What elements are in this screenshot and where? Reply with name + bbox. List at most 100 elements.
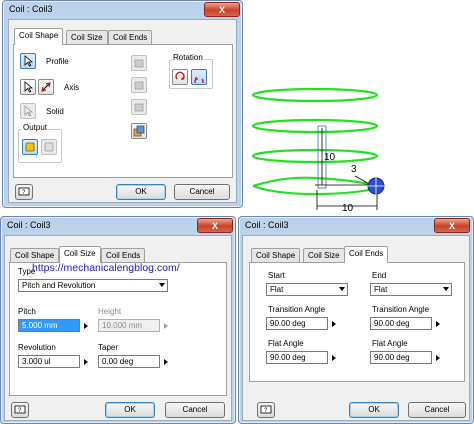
help-button[interactable]: ? xyxy=(15,184,33,200)
chevron-down-icon xyxy=(339,287,345,291)
flip-axis-button[interactable] xyxy=(38,79,54,95)
operation-intersect-button[interactable] xyxy=(131,99,147,115)
taper-input[interactable]: 0.00 deg xyxy=(98,355,160,368)
help-icon: ? xyxy=(14,405,26,414)
tab-coil-shape[interactable]: Coil Shape xyxy=(251,248,301,263)
revolution-input[interactable]: 3.000 ul xyxy=(18,355,80,368)
start-transition-expand-arrow[interactable] xyxy=(330,317,338,330)
end-label: End xyxy=(372,271,387,280)
output-label: Output xyxy=(22,123,49,132)
chevron-down-icon xyxy=(443,287,449,291)
rotation-clockwise-button[interactable] xyxy=(172,69,188,85)
height-expand-arrow[interactable] xyxy=(162,319,170,332)
end-dropdown-value: Flat xyxy=(374,285,388,294)
end-transition-expand-arrow[interactable] xyxy=(434,317,442,330)
pitch-expand-arrow[interactable] xyxy=(82,319,90,332)
start-transition-angle-input[interactable]: 90.00 deg xyxy=(266,317,328,330)
coil-ends-panel: Start Flat Transition Angle 90.00 deg Fl… xyxy=(249,262,465,382)
coil-dialog-shape: Coil : Coil3 X Coil Shape Coil Size Coil… xyxy=(2,0,243,208)
cut-icon xyxy=(134,81,144,90)
watermark-link[interactable]: https://mechanicalengblog.com/ xyxy=(32,262,180,274)
dialog-title: Coil : Coil3 xyxy=(245,220,289,230)
dimension-radius[interactable]: 3 xyxy=(351,164,357,175)
taper-expand-arrow[interactable] xyxy=(162,355,170,368)
cursor-arrow-icon xyxy=(24,81,33,93)
help-button[interactable]: ? xyxy=(11,402,29,418)
start-dropdown-value: Flat xyxy=(270,285,284,294)
dimension-height[interactable]: 10 xyxy=(324,152,336,163)
tab-coil-size[interactable]: Coil Size xyxy=(66,30,108,45)
coil-preview: 10 10 3 xyxy=(251,87,386,214)
cancel-button[interactable]: Cancel xyxy=(165,402,225,418)
start-transition-angle-label: Transition Angle xyxy=(268,305,326,314)
dialog-title: Coil : Coil3 xyxy=(9,4,53,14)
pitch-label: Pitch xyxy=(18,307,36,316)
solid-select-button[interactable] xyxy=(20,103,36,119)
ok-button[interactable]: OK xyxy=(105,402,155,418)
close-button[interactable]: X xyxy=(197,218,233,233)
axis-label: Axis xyxy=(64,83,80,92)
coil-shape-panel: Profile Axis Solid Output Rotation xyxy=(13,44,233,178)
rotation-label: Rotation xyxy=(172,53,204,62)
output-surface-button[interactable] xyxy=(41,139,57,155)
tab-coil-ends[interactable]: Coil Ends xyxy=(108,30,153,45)
type-dropdown[interactable]: Pitch and Revolution xyxy=(18,279,168,292)
tab-coil-ends[interactable]: Coil Ends xyxy=(344,246,389,263)
start-flat-expand-arrow[interactable] xyxy=(330,351,338,364)
join-icon xyxy=(134,59,144,68)
height-input[interactable]: 10.000 mm xyxy=(98,319,160,332)
help-icon: ? xyxy=(18,187,30,196)
flip-axis-icon xyxy=(41,82,51,92)
cursor-arrow-icon xyxy=(24,55,33,67)
solid-label: Solid xyxy=(46,107,64,116)
coil-size-panel: Type Pitch and Revolution Pitch 5.000 mm… xyxy=(9,262,227,396)
ok-button[interactable]: OK xyxy=(116,184,166,200)
pitch-input[interactable]: 5.000 mm xyxy=(18,319,80,332)
intersect-icon xyxy=(134,103,144,112)
tab-coil-ends[interactable]: Coil Ends xyxy=(101,248,146,263)
type-dropdown-value: Pitch and Revolution xyxy=(22,281,96,290)
revolution-expand-arrow[interactable] xyxy=(82,355,90,368)
surface-body-icon xyxy=(44,142,54,152)
dialog-client: Coil Shape Coil Size Coil Ends Profile A… xyxy=(8,19,237,203)
ok-button[interactable]: OK xyxy=(349,402,399,418)
end-transition-angle-input[interactable]: 90.00 deg xyxy=(370,317,432,330)
chevron-down-icon xyxy=(159,283,165,287)
end-dropdown[interactable]: Flat xyxy=(370,283,452,296)
new-solid-icon xyxy=(133,125,145,137)
rotation-counterclockwise-button[interactable] xyxy=(191,69,207,85)
new-solid-button[interactable] xyxy=(131,123,147,139)
tab-coil-size[interactable]: Coil Size xyxy=(303,248,345,263)
coil-dialog-size: Coil : Coil3 X Coil Shape Coil Size Coil… xyxy=(0,216,236,424)
cancel-button[interactable]: Cancel xyxy=(408,402,466,418)
help-button[interactable]: ? xyxy=(257,402,275,418)
end-flat-angle-input[interactable]: 90.00 deg xyxy=(370,351,432,364)
dimension-lines xyxy=(315,125,378,210)
start-dropdown[interactable]: Flat xyxy=(266,283,348,296)
taper-label: Taper xyxy=(98,343,119,352)
operation-cut-button[interactable] xyxy=(131,77,147,93)
dialog-client: Coil Shape Coil Size Coil Ends Start Fla… xyxy=(242,235,470,421)
end-flat-expand-arrow[interactable] xyxy=(434,351,442,364)
tab-coil-shape[interactable]: Coil Shape xyxy=(14,28,64,45)
profile-select-button[interactable] xyxy=(20,53,36,69)
graphics-viewport[interactable]: 10 10 3 xyxy=(245,0,474,218)
profile-label: Profile xyxy=(46,57,69,66)
height-label: Height xyxy=(98,307,122,316)
start-flat-angle-input[interactable]: 90.00 deg xyxy=(266,351,328,364)
close-button[interactable]: X xyxy=(434,218,470,233)
operation-join-button[interactable] xyxy=(131,55,147,71)
tab-coil-size[interactable]: Coil Size xyxy=(59,246,101,263)
end-transition-angle-label: Transition Angle xyxy=(372,305,430,314)
close-button[interactable]: X xyxy=(204,2,240,17)
tab-coil-shape[interactable]: Coil Shape xyxy=(10,248,60,263)
rotate-clockwise-icon xyxy=(175,71,185,80)
dialog-title: Coil : Coil3 xyxy=(7,220,51,230)
start-flat-angle-label: Flat Angle xyxy=(268,339,304,348)
dimension-width[interactable]: 10 xyxy=(342,203,354,214)
output-solid-button[interactable] xyxy=(22,139,38,155)
cancel-button[interactable]: Cancel xyxy=(174,184,230,200)
cursor-arrow-icon xyxy=(24,105,33,117)
axis-select-button[interactable] xyxy=(20,79,36,95)
help-icon: ? xyxy=(260,405,272,414)
